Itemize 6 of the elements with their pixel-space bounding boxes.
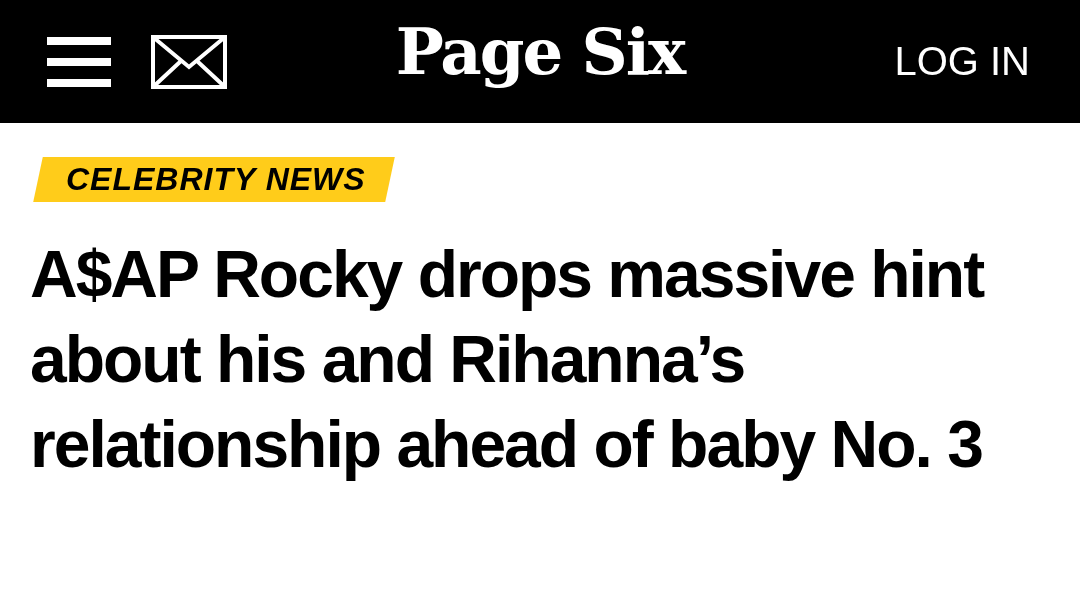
menu-icon[interactable] (47, 34, 111, 89)
site-logo[interactable]: Page Six (395, 14, 685, 89)
envelope-icon[interactable] (151, 34, 227, 89)
headline: A$AP Rocky drops massive hint about his and Rihanna’s relationship ahead of baby No. 3 (30, 236, 985, 483)
category-tag[interactable]: CELEBRITY NEWS (33, 157, 395, 202)
login-button[interactable]: LOG IN (894, 39, 1030, 84)
